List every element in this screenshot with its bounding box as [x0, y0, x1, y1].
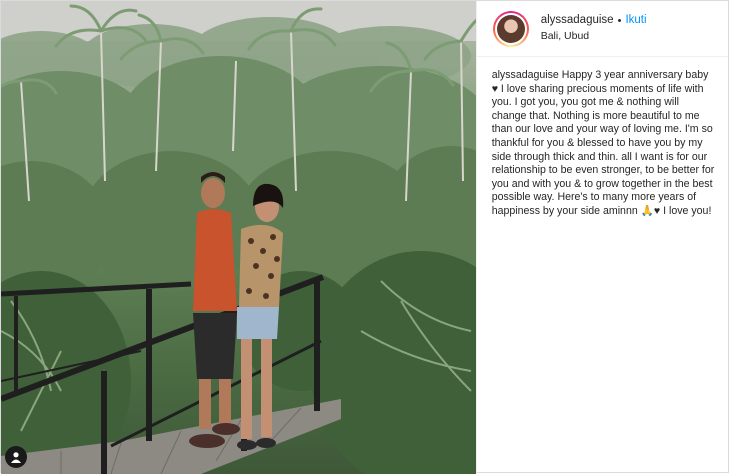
post-caption: alyssadaguise Happy 3 year anniversary b… [477, 57, 728, 219]
jungle-scene [1, 1, 476, 474]
location-link[interactable]: Bali, Ubud [541, 30, 647, 43]
follow-button[interactable]: Ikuti [625, 14, 646, 28]
caption-username[interactable]: alyssadaguise [492, 69, 559, 81]
caption-text: Happy 3 year anniversary baby ♥ I love s… [491, 69, 715, 217]
person-icon-glyph [11, 452, 21, 463]
post-side-panel: alyssadaguise • Ikuti Bali, Ubud alyssad… [475, 1, 728, 474]
profile-photo [496, 14, 525, 43]
separator-dot: • [617, 14, 622, 27]
person-icon[interactable] [5, 446, 27, 468]
header-user-row: alyssadaguise • Ikuti [541, 14, 647, 28]
post-photo[interactable] [1, 1, 476, 474]
instagram-post: alyssadaguise • Ikuti Bali, Ubud alyssad… [0, 0, 729, 474]
avatar[interactable] [492, 10, 529, 47]
username-link[interactable]: alyssadaguise [541, 14, 614, 28]
avatar-border [494, 12, 527, 45]
header-text: alyssadaguise • Ikuti Bali, Ubud [541, 14, 647, 42]
post-header: alyssadaguise • Ikuti Bali, Ubud [476, 1, 728, 57]
